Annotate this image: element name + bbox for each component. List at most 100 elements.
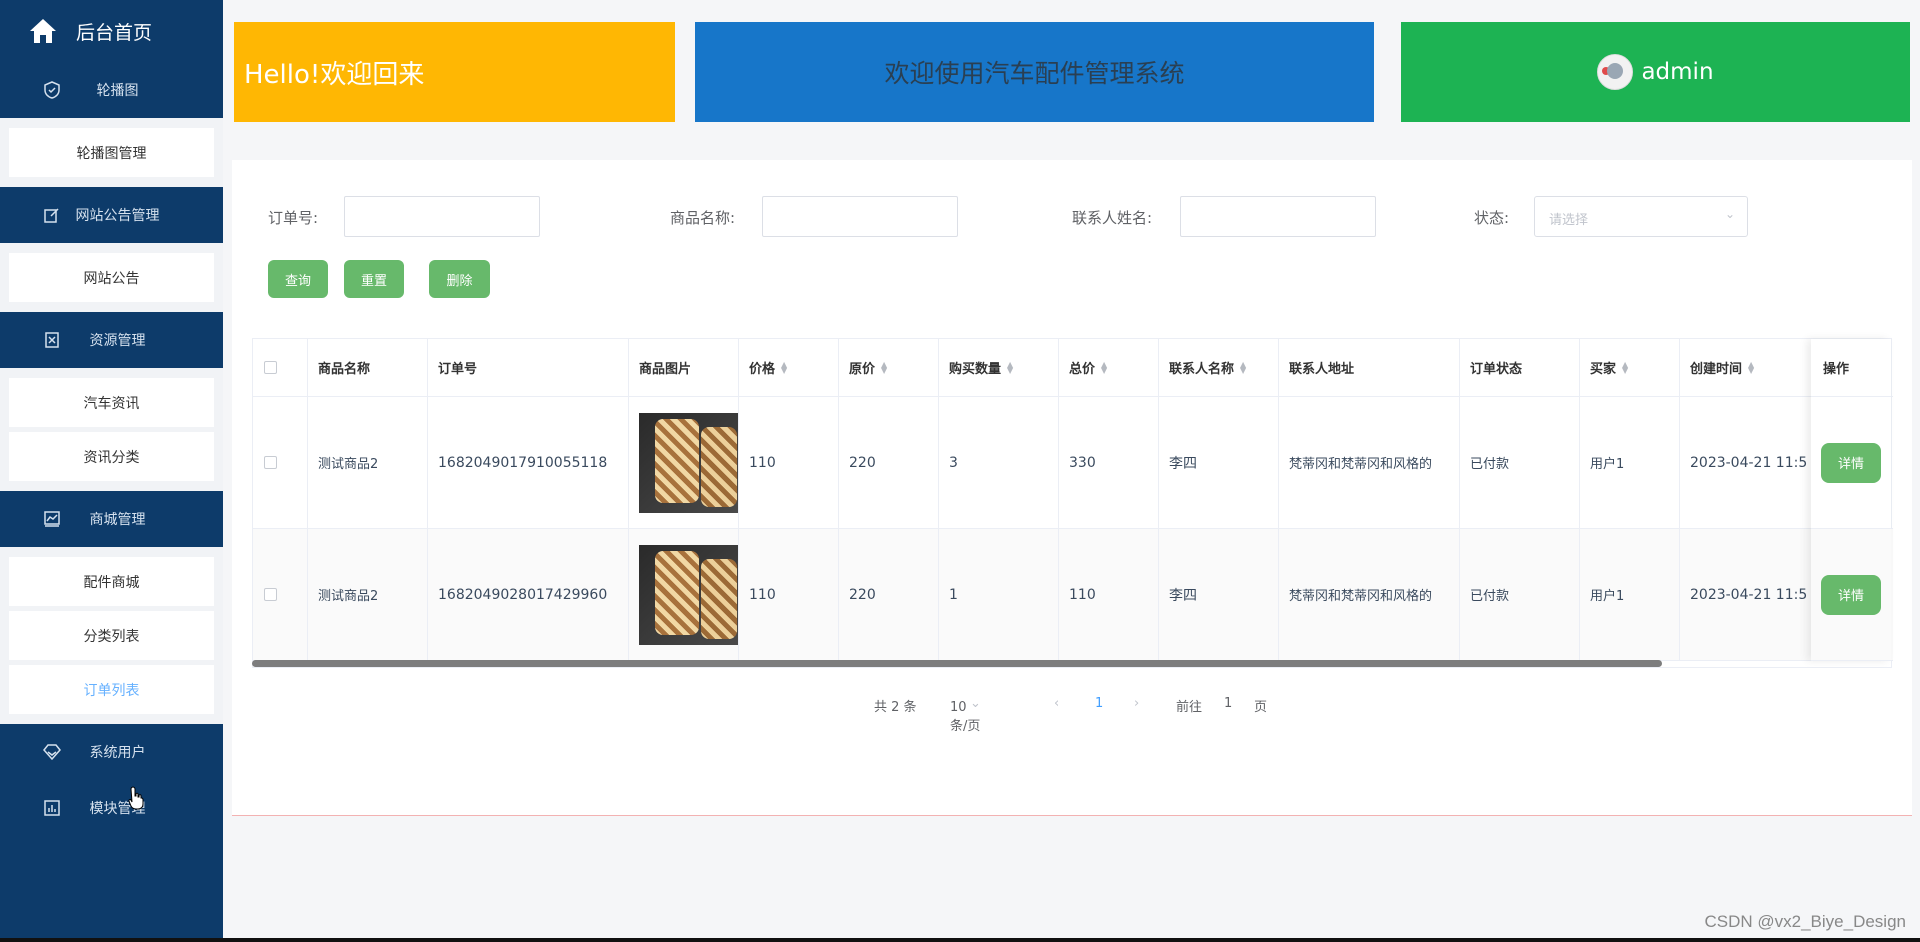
sidebar-item-parts-mall[interactable]: 配件商城	[9, 557, 214, 606]
select-all-checkbox[interactable]	[264, 361, 277, 374]
detail-button[interactable]: 详情	[1821, 442, 1881, 483]
cell-contact-address: 梵蒂冈和梵蒂冈和风格的	[1279, 397, 1460, 528]
contact-name-input[interactable]	[1180, 196, 1376, 237]
col-quantity[interactable]: 购买数量 ▲ ▼	[939, 339, 1059, 396]
table-horizontal-scrollbar[interactable]	[252, 660, 1662, 667]
sidebar: 后台首页 轮播图 轮播图管理 网站公告管理 网站公告 资源管理 汽车资讯 资讯分…	[0, 0, 223, 938]
contact-name-label: 联系人姓名:	[1072, 209, 1153, 227]
sidebar-subgroup-carousel: 轮播图管理	[0, 118, 223, 187]
goto-label: 前往	[1176, 700, 1203, 715]
product-name-input[interactable]	[762, 196, 958, 237]
cell-product-image	[629, 397, 739, 528]
row-checkbox[interactable]	[264, 588, 277, 601]
goto-page-input[interactable]: 1	[1224, 696, 1232, 711]
sidebar-section-modules[interactable]: 模块管理	[0, 780, 223, 836]
chevron-down-icon: ⌄	[1724, 207, 1735, 221]
sidebar-section-carousel[interactable]: 轮播图	[0, 62, 223, 118]
row-checkbox[interactable]	[264, 456, 277, 469]
col-created-label: 创建时间	[1690, 362, 1743, 377]
avatar	[1597, 54, 1634, 90]
select-all-cell[interactable]	[253, 339, 308, 396]
resource-icon	[42, 330, 62, 350]
cell-order-no: 1682049028017429960	[428, 529, 629, 660]
next-page-icon[interactable]: ›	[1134, 696, 1139, 711]
user-card[interactable]: admin	[1401, 22, 1910, 122]
edit-icon	[42, 205, 62, 225]
page-number-1[interactable]: 1	[1095, 696, 1103, 711]
col-contact-name[interactable]: 联系人名称 ▲ ▼	[1159, 339, 1279, 396]
operations-cell: 详情	[1811, 529, 1891, 661]
cell-order-status: 已付款	[1460, 397, 1580, 528]
sort-icon[interactable]: ▲ ▼	[781, 360, 787, 374]
cell-order-no: 1682049017910055118	[428, 397, 629, 528]
sidebar-item-car-news[interactable]: 汽车资讯	[9, 378, 214, 427]
query-button[interactable]: 查询	[268, 260, 328, 298]
bar-chart-icon	[42, 798, 62, 818]
prev-page-icon[interactable]: ‹	[1054, 696, 1059, 711]
username: admin	[1641, 59, 1714, 85]
col-quantity-label: 购买数量	[949, 362, 1002, 377]
cell-contact-address: 梵蒂冈和梵蒂冈和风格的	[1279, 529, 1460, 660]
col-created[interactable]: 创建时间 ▲ ▼	[1680, 339, 1813, 396]
status-placeholder: 请选择	[1549, 213, 1589, 228]
system-title-card: 欢迎使用汽车配件管理系统	[695, 22, 1374, 122]
chart-icon	[42, 509, 62, 529]
cell-original-price: 220	[839, 529, 939, 660]
sort-icon[interactable]: ▲ ▼	[1101, 360, 1107, 374]
delete-button[interactable]: 删除	[429, 260, 490, 298]
welcome-text: Hello!欢迎回来	[244, 59, 425, 90]
orders-table: 商品名称 订单号 商品图片 价格 ▲ ▼ 原价 ▲ ▼ 购买数量 ▲ ▼ 总价 ▲ ▼ 联系人名…	[252, 338, 1893, 668]
col-contact-address: 联系人地址	[1279, 339, 1460, 396]
reset-button[interactable]: 重置	[344, 260, 404, 298]
sidebar-section-label: 网站公告管理	[75, 208, 160, 224]
order-no-label: 订单号:	[268, 209, 319, 227]
sort-icon[interactable]: ▲ ▼	[1240, 360, 1246, 374]
sidebar-home[interactable]: 后台首页	[0, 0, 223, 62]
col-total[interactable]: 总价 ▲ ▼	[1059, 339, 1159, 396]
col-contact-label: 联系人名称	[1169, 362, 1235, 377]
page-size-value: 10条/页	[950, 700, 981, 734]
cell-created: 2023-04-21 11:5	[1680, 397, 1813, 528]
home-icon	[30, 19, 56, 43]
sort-icon[interactable]: ▲ ▼	[1622, 360, 1628, 374]
col-operations: 操作	[1811, 339, 1891, 397]
product-image	[639, 544, 738, 645]
order-no-input[interactable]	[344, 196, 540, 237]
cell-price: 110	[739, 397, 839, 528]
sidebar-item-notice[interactable]: 网站公告	[9, 253, 214, 302]
col-price[interactable]: 价格 ▲ ▼	[739, 339, 839, 396]
col-buyer-label: 买家	[1590, 362, 1617, 377]
sidebar-section-resource[interactable]: 资源管理	[0, 312, 223, 368]
col-product-name: 商品名称	[308, 339, 428, 396]
col-order-no: 订单号	[428, 339, 629, 396]
col-buyer[interactable]: 买家 ▲ ▼	[1580, 339, 1680, 396]
bottom-border	[0, 938, 1920, 942]
col-original-price[interactable]: 原价 ▲ ▼	[839, 339, 939, 396]
sidebar-item-order-list[interactable]: 订单列表	[9, 665, 214, 714]
sidebar-item-news-category[interactable]: 资讯分类	[9, 432, 214, 481]
table-header-row: 商品名称 订单号 商品图片 价格 ▲ ▼ 原价 ▲ ▼ 购买数量 ▲ ▼ 总价 ▲ ▼ 联系人名…	[253, 339, 1893, 397]
table-row: 测试商品2 1682049017910055118 110 220 3 330 …	[253, 397, 1893, 529]
cell-product-name: 测试商品2	[308, 529, 428, 660]
sidebar-section-mall[interactable]: 商城管理	[0, 491, 223, 547]
detail-button[interactable]: 详情	[1821, 574, 1881, 615]
sidebar-section-system-users[interactable]: 系统用户	[0, 724, 223, 780]
sidebar-section-label: 系统用户	[89, 745, 146, 761]
sidebar-section-notice[interactable]: 网站公告管理	[0, 187, 223, 243]
cell-quantity: 1	[939, 529, 1059, 660]
page-size-select[interactable]: 10条/页 ⌄	[950, 696, 981, 734]
sort-icon[interactable]: ▲ ▼	[1748, 360, 1754, 374]
row-select-cell[interactable]	[253, 529, 308, 660]
sidebar-item-carousel-manage[interactable]: 轮播图管理	[9, 128, 214, 177]
sidebar-home-label: 后台首页	[76, 21, 153, 44]
sidebar-section-label: 商城管理	[89, 512, 146, 528]
col-price-label: 价格	[749, 362, 776, 377]
status-select[interactable]: 请选择 ⌄	[1534, 196, 1748, 237]
sidebar-item-category-list[interactable]: 分类列表	[9, 611, 214, 660]
row-select-cell[interactable]	[253, 397, 308, 528]
sort-icon[interactable]: ▲ ▼	[881, 360, 887, 374]
cell-quantity: 3	[939, 397, 1059, 528]
cell-order-status: 已付款	[1460, 529, 1580, 660]
sort-icon[interactable]: ▲ ▼	[1007, 360, 1013, 374]
cell-created: 2023-04-21 11:5	[1680, 529, 1813, 660]
